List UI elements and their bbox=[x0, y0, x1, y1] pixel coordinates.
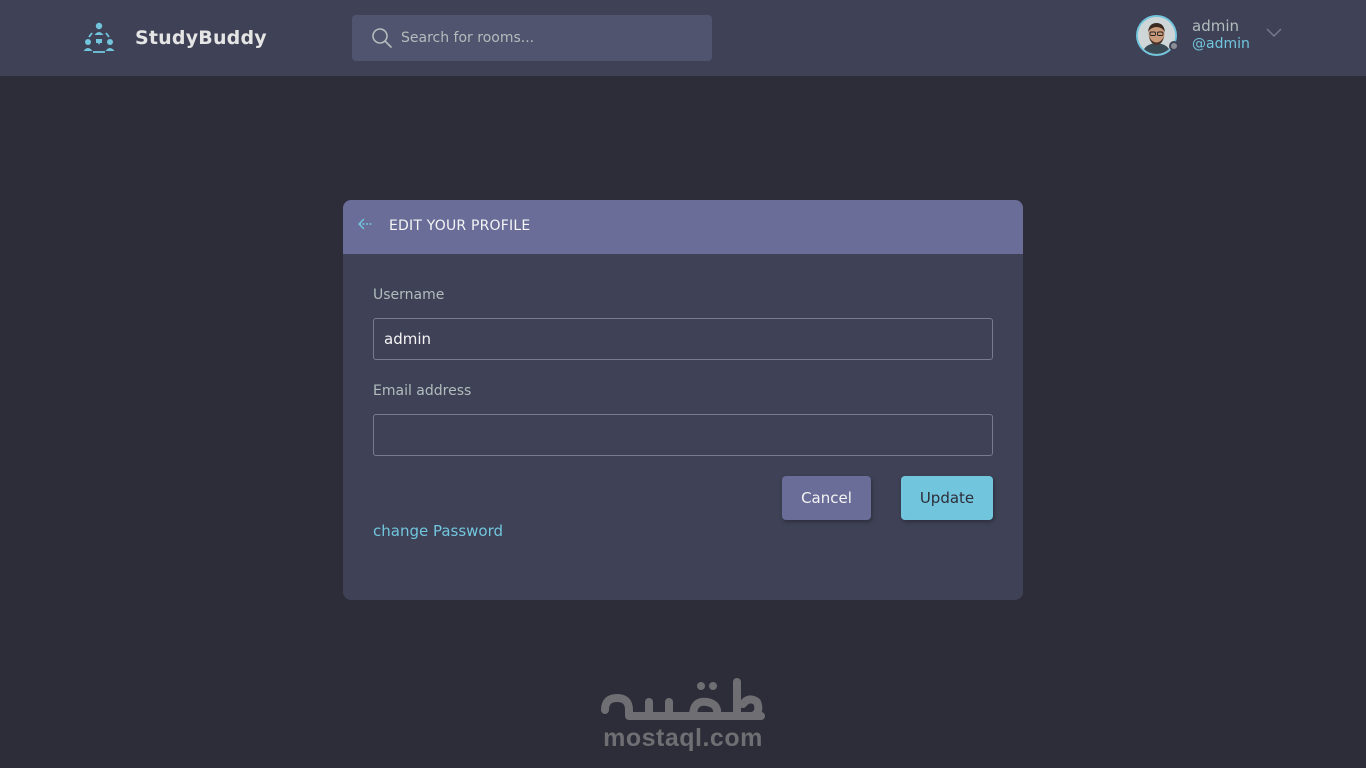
watermark-text: mostaql.com bbox=[603, 724, 763, 752]
arrow-left-icon[interactable] bbox=[357, 216, 375, 232]
card-header: EDIT YOUR PROFILE bbox=[343, 200, 1023, 254]
edit-profile-card: EDIT YOUR PROFILE Username Email address… bbox=[343, 200, 1023, 600]
search-bar bbox=[352, 15, 712, 61]
cancel-button[interactable]: Cancel bbox=[782, 476, 871, 520]
search-icon bbox=[372, 28, 392, 48]
change-password-link[interactable]: change Password bbox=[373, 522, 503, 540]
people-network-icon bbox=[83, 22, 115, 53]
watermark-arabic-logo bbox=[601, 678, 765, 720]
username-label: Username bbox=[373, 287, 445, 303]
search-input[interactable] bbox=[401, 15, 701, 61]
email-label: Email address bbox=[373, 383, 472, 399]
chevron-down-icon[interactable] bbox=[1266, 26, 1282, 38]
username-field[interactable] bbox=[373, 318, 993, 360]
user-menu[interactable]: admin @admin bbox=[1136, 14, 1286, 58]
top-navbar: StudyBuddy admin @admin bbox=[0, 0, 1366, 76]
update-button[interactable]: Update bbox=[901, 476, 993, 520]
brand-name: StudyBuddy bbox=[135, 27, 267, 49]
user-name: admin bbox=[1192, 17, 1239, 35]
brand-logo-link[interactable]: StudyBuddy bbox=[82, 20, 267, 56]
status-dot bbox=[1169, 41, 1179, 51]
card-title: EDIT YOUR PROFILE bbox=[389, 218, 531, 234]
user-handle: @admin bbox=[1192, 36, 1250, 52]
watermark-logo: mostaql.com bbox=[597, 672, 769, 756]
email-field[interactable] bbox=[373, 414, 993, 456]
